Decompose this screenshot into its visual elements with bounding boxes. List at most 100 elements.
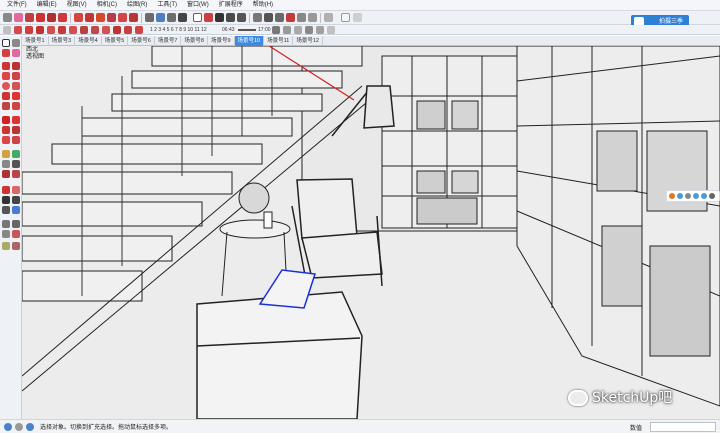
protractor-icon[interactable]: [167, 13, 176, 22]
rotate-tool-icon[interactable]: [96, 13, 105, 22]
section-side-icon[interactable]: [12, 230, 20, 238]
tab-scene-6[interactable]: 场景号6: [128, 36, 155, 46]
paint-icon[interactable]: [2, 49, 10, 57]
walk-side-icon[interactable]: [12, 220, 20, 228]
walk-tool-icon[interactable]: [275, 13, 284, 22]
display-section-icon[interactable]: [341, 13, 350, 22]
textured-icon[interactable]: [80, 26, 88, 34]
iso-view-icon[interactable]: [102, 26, 110, 34]
line-side-icon[interactable]: [2, 62, 10, 70]
smoove-icon[interactable]: [12, 242, 20, 250]
look-around-side-icon[interactable]: [2, 230, 10, 238]
section-plane-icon[interactable]: [286, 13, 295, 22]
xray-icon[interactable]: [25, 26, 33, 34]
floating-tool-widget[interactable]: [666, 190, 720, 202]
menu-camera[interactable]: 相机(C): [92, 0, 122, 11]
tape-side-icon[interactable]: [2, 150, 10, 158]
protractor-side-icon[interactable]: [2, 160, 10, 168]
zoom-window-side-icon[interactable]: [12, 196, 20, 204]
right-view-icon[interactable]: [135, 26, 143, 34]
push-pull-side-icon[interactable]: [12, 116, 20, 124]
front-view-icon[interactable]: [124, 26, 132, 34]
warehouse-icon[interactable]: [327, 26, 335, 34]
rotate-side-icon[interactable]: [2, 126, 10, 134]
model-viewport[interactable]: 西北 透视图: [22, 46, 720, 419]
select-arrow-icon[interactable]: [2, 39, 10, 47]
pan-hand-icon[interactable]: [324, 13, 333, 22]
widget-shirt-icon[interactable]: [701, 193, 707, 199]
three-point-arc-icon[interactable]: [2, 102, 10, 110]
tape-measure-icon[interactable]: [145, 13, 154, 22]
sandbox-icon[interactable]: [316, 26, 324, 34]
help-icon[interactable]: [26, 422, 34, 431]
menu-view[interactable]: 视图(V): [62, 0, 92, 11]
tab-scene-12[interactable]: 场景号12: [293, 36, 323, 46]
footprints-icon[interactable]: [308, 13, 317, 22]
eraser-side-icon[interactable]: [12, 49, 20, 57]
follow-me-side-icon[interactable]: [12, 126, 20, 134]
sandbox-side-icon[interactable]: [2, 242, 10, 250]
tab-scene-8[interactable]: 场景号8: [181, 36, 208, 46]
tab-scene-3[interactable]: 场景号3: [49, 36, 76, 46]
scale-tool-icon[interactable]: [118, 13, 127, 22]
rotated-rect-icon[interactable]: [12, 72, 20, 80]
select-tool-icon[interactable]: [3, 13, 12, 22]
scale-side-icon[interactable]: [2, 136, 10, 144]
two-point-arc-icon[interactable]: [12, 92, 20, 100]
layer-icon[interactable]: [272, 26, 280, 34]
axes-side-icon[interactable]: [2, 170, 10, 178]
look-around-icon[interactable]: [264, 13, 273, 22]
back-edges-icon[interactable]: [36, 26, 44, 34]
paint-bucket-icon[interactable]: [25, 13, 34, 22]
display-grid-icon[interactable]: [353, 13, 362, 22]
menu-edit[interactable]: 编辑(E): [32, 0, 62, 11]
position-camera-side-icon[interactable]: [2, 220, 10, 228]
zoom-extents-side-icon[interactable]: [2, 206, 10, 214]
pan-tool-icon[interactable]: [204, 13, 213, 22]
shaded-icon[interactable]: [69, 26, 77, 34]
pie-icon[interactable]: [12, 102, 20, 110]
measurements-input[interactable]: [650, 422, 716, 432]
pan-side-icon[interactable]: [12, 186, 20, 194]
wireframe-icon[interactable]: [47, 26, 55, 34]
zoom-side-icon[interactable]: [2, 196, 10, 204]
position-camera-icon[interactable]: [253, 13, 262, 22]
component-icon[interactable]: [283, 26, 291, 34]
monochrome-icon[interactable]: [91, 26, 99, 34]
move-tool-icon[interactable]: [85, 13, 94, 22]
rectangle-tool-icon[interactable]: [58, 13, 67, 22]
tab-scene-10[interactable]: 场景号10: [234, 36, 265, 46]
axes-icon[interactable]: [297, 13, 306, 22]
hidden-line-icon[interactable]: [58, 26, 66, 34]
make-component-icon[interactable]: [12, 39, 20, 47]
rectangle-side-icon[interactable]: [2, 72, 10, 80]
widget-grid-icon[interactable]: [709, 193, 715, 199]
arc-tool-icon[interactable]: [47, 13, 56, 22]
shadow-month-slider[interactable]: 1 2 3 4 5 6 7 8 9 10 11 12: [150, 26, 207, 34]
tab-scene-11[interactable]: 场景号11: [264, 36, 294, 46]
3d-text-icon[interactable]: [12, 170, 20, 178]
line-tool-icon[interactable]: [36, 13, 45, 22]
shadow-toggle-icon[interactable]: [3, 26, 11, 34]
freehand-icon[interactable]: [12, 62, 20, 70]
push-pull-icon[interactable]: [74, 13, 83, 22]
shadow-time-slider[interactable]: [238, 29, 256, 31]
orbit-tool-icon[interactable]: [193, 13, 202, 22]
zoom-tool-icon[interactable]: [215, 13, 224, 22]
orbit-side-icon[interactable]: [2, 186, 10, 194]
menu-file[interactable]: 文件(F): [2, 0, 32, 11]
zoom-window-icon[interactable]: [226, 13, 235, 22]
group-icon[interactable]: [294, 26, 302, 34]
arc-side-icon[interactable]: [2, 92, 10, 100]
fog-toggle-icon[interactable]: [14, 26, 22, 34]
solid-tools-icon[interactable]: [305, 26, 313, 34]
geolocation-icon[interactable]: [4, 422, 12, 431]
widget-chat-icon[interactable]: [677, 193, 683, 199]
dimension-side-icon[interactable]: [12, 150, 20, 158]
previous-view-icon[interactable]: [12, 206, 20, 214]
tab-scene-9[interactable]: 场景号9: [208, 36, 235, 46]
menu-window[interactable]: 窗口(W): [182, 0, 214, 11]
circle-icon[interactable]: [2, 82, 10, 90]
menu-extensions[interactable]: 扩展程序: [214, 0, 248, 11]
follow-me-icon[interactable]: [107, 13, 116, 22]
